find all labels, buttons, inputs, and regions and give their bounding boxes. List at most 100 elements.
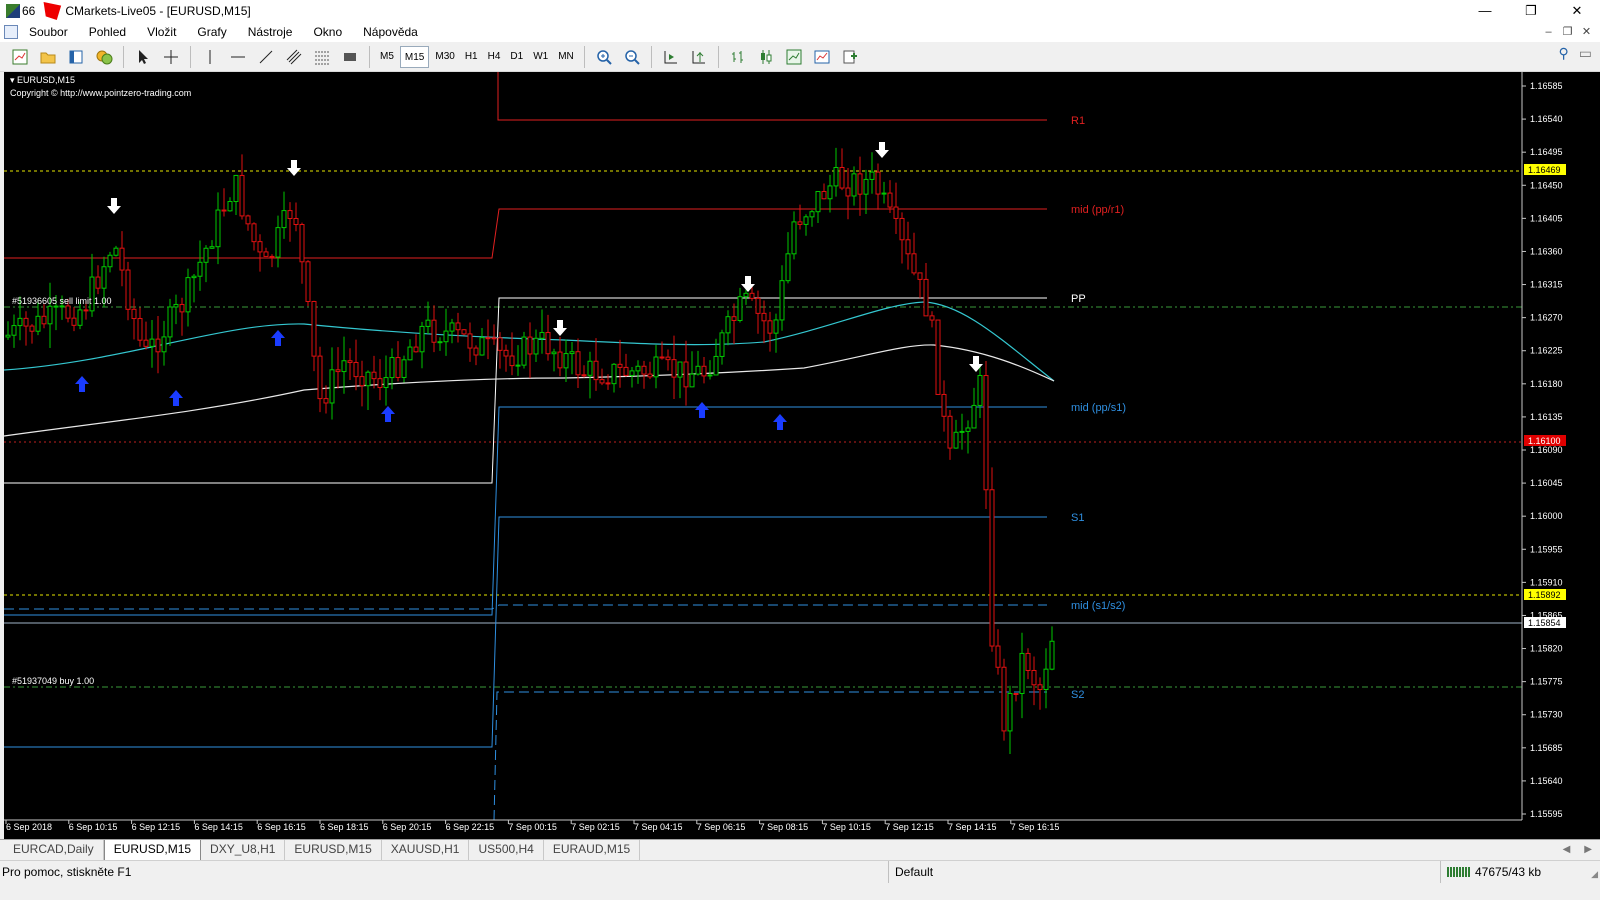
crosshair-button[interactable] <box>159 45 183 69</box>
candle-body <box>527 336 533 355</box>
time-tick-label: 6 Sep 10:15 <box>69 822 118 832</box>
zoom-out-button[interactable] <box>620 45 644 69</box>
horizontal-line-button[interactable] <box>226 45 250 69</box>
window-title-prefix: 66 <box>22 4 36 18</box>
candle-body <box>455 322 461 331</box>
candle-body <box>1001 666 1007 732</box>
tab-dxy-u8-h1[interactable]: DXY_U8,H1 <box>201 840 286 860</box>
price-chart[interactable]: 1.16585 1.16540 1.16495 1.16450 1.16405 1.163… <box>4 72 1600 839</box>
candle-body <box>299 224 305 263</box>
candle-body <box>215 209 221 248</box>
tab-xauusd-h1[interactable]: XAUUSD,H1 <box>382 840 470 860</box>
timeframe-h4[interactable]: H4 <box>484 46 505 68</box>
menu-grafy[interactable]: Grafy <box>186 22 236 42</box>
timeframe-m30[interactable]: M30 <box>431 46 458 68</box>
candle-body <box>845 187 851 197</box>
price-tick-label: 1.15775 <box>1530 677 1563 687</box>
connection-status[interactable]: 47675/43 kb <box>1440 861 1541 883</box>
sell-signal-arrow-icon <box>741 276 755 292</box>
candle-body <box>1037 684 1043 691</box>
moving-averages <box>4 301 1055 437</box>
candle-body <box>125 269 131 310</box>
vertical-line-button[interactable] <box>198 45 222 69</box>
candle-body <box>1013 692 1019 695</box>
candle-body <box>773 319 779 334</box>
candle-body <box>47 305 53 325</box>
candle-body <box>1043 668 1049 691</box>
navigator-button[interactable] <box>92 45 116 69</box>
menu-napoveda[interactable]: Nápověda <box>352 22 428 42</box>
minimize-button[interactable]: — <box>1462 0 1508 22</box>
equidistant-channel-button[interactable] <box>282 45 306 69</box>
menu-pohled[interactable]: Pohled <box>78 22 136 42</box>
candle-body <box>473 347 479 356</box>
close-button[interactable]: ✕ <box>1554 0 1600 22</box>
tab-euraud-m15[interactable]: EURAUD,M15 <box>544 840 641 860</box>
candle-body <box>167 306 173 338</box>
timeframe-w1[interactable]: W1 <box>529 46 552 68</box>
toolbar-separator <box>369 45 370 68</box>
timeframe-mn[interactable]: MN <box>554 46 578 68</box>
candle-body <box>461 329 467 335</box>
timeframe-d1[interactable]: D1 <box>506 46 527 68</box>
toolbar-separator <box>583 45 585 68</box>
bar-chart-button[interactable] <box>726 45 750 69</box>
chat-icon[interactable]: ▭ <box>1579 45 1592 62</box>
new-chart-button[interactable] <box>8 45 32 69</box>
text-label-button[interactable] <box>338 45 362 69</box>
menu-nastroje[interactable]: Nástroje <box>237 22 303 42</box>
candle-body <box>323 398 329 404</box>
tab-eurusd-m15-2[interactable]: EURUSD,M15 <box>285 840 382 860</box>
tab-eurcad-daily[interactable]: EURCAD,Daily <box>4 840 104 860</box>
candle-body <box>209 246 215 249</box>
tab-eurusd-m15[interactable]: EURUSD,M15 <box>103 840 202 861</box>
trendline-button[interactable] <box>254 45 278 69</box>
time-tick-label: 6 Sep 12:15 <box>132 822 181 832</box>
candle-chart-button[interactable] <box>754 45 778 69</box>
candle-body <box>599 379 605 384</box>
child-restore-button[interactable]: ❐ <box>1558 22 1577 42</box>
indicators-icon <box>814 50 830 63</box>
resize-grip-icon[interactable]: ◢ <box>1591 869 1598 880</box>
candle-body <box>659 356 665 359</box>
child-close-button[interactable]: ✕ <box>1577 22 1596 42</box>
help-text: Pro pomoc, stiskněte F1 <box>2 864 132 879</box>
menu-soubor[interactable]: Soubor <box>18 22 78 42</box>
candle-body <box>863 178 869 195</box>
tab-us500-h4[interactable]: US500,H4 <box>469 840 544 860</box>
menu-vlozit[interactable]: Vložit <box>136 22 186 42</box>
document-icon[interactable] <box>4 25 18 39</box>
timeframe-h1[interactable]: H1 <box>461 46 482 68</box>
chart-shift-button[interactable] <box>687 45 711 69</box>
timeframe-m15[interactable]: M15 <box>399 45 430 68</box>
fibonacci-button[interactable] <box>310 45 334 69</box>
menu-okno[interactable]: Okno <box>302 22 352 42</box>
search-icon[interactable]: ⚲ <box>1559 45 1569 62</box>
profiles-button[interactable] <box>36 45 60 69</box>
chart-tabs: EURCAD,Daily EURUSD,M15 DXY_U8,H1 EURUSD… <box>0 839 1600 861</box>
autoscroll-button[interactable] <box>659 45 683 69</box>
candle-body <box>641 365 647 375</box>
buy-order-label: #51937049 buy 1.00 <box>12 676 94 686</box>
zoom-out-icon <box>625 49 640 65</box>
tab-scroll-left-icon[interactable]: ◀ <box>1563 840 1571 860</box>
cursor-button[interactable] <box>131 45 155 69</box>
line-chart-button[interactable] <box>782 45 806 69</box>
candle-body <box>407 346 413 361</box>
templates-button[interactable] <box>838 45 862 69</box>
tab-scroll-right-icon[interactable]: ▶ <box>1584 840 1592 860</box>
child-minimize-button[interactable]: – <box>1539 22 1558 42</box>
candle-body <box>485 337 491 340</box>
indicators-button[interactable] <box>810 45 834 69</box>
timeframe-m5[interactable]: M5 <box>376 46 398 68</box>
time-tick-label: 7 Sep 02:15 <box>571 822 620 832</box>
candle-body <box>947 415 953 449</box>
cursor-icon <box>139 49 148 64</box>
candle-body <box>221 209 227 212</box>
restore-button[interactable]: ❐ <box>1508 0 1554 22</box>
zoom-in-button[interactable] <box>592 45 616 69</box>
candle-body <box>113 247 119 256</box>
bid-price: 1.15892 <box>1528 590 1561 600</box>
candle-body <box>263 251 269 257</box>
market-watch-button[interactable] <box>64 45 88 69</box>
